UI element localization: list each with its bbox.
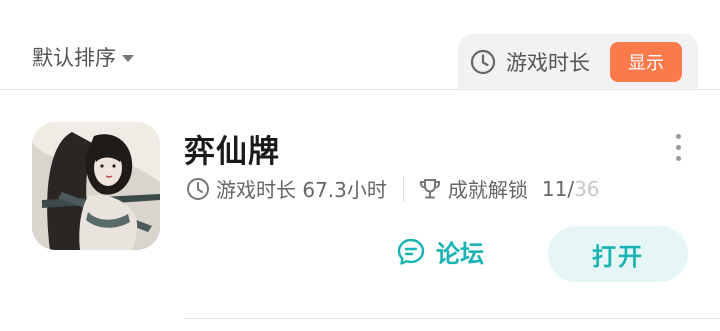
divider — [0, 89, 720, 90]
play-time-toggle: 游戏时长 显示 — [458, 34, 698, 90]
clock-icon — [187, 177, 209, 200]
more-menu-icon[interactable] — [676, 134, 681, 161]
forum-label: 论坛 — [436, 240, 484, 268]
stats-divider — [402, 175, 404, 202]
game-icon[interactable] — [32, 122, 160, 250]
play-time-value: 游戏时长 67.3小时 — [216, 178, 387, 202]
game-artwork — [32, 122, 160, 250]
show-button[interactable]: 显示 — [610, 42, 682, 82]
sort-dropdown[interactable]: 默认排序 — [32, 42, 134, 72]
achievement-total: 36 — [574, 176, 600, 201]
trophy-icon — [419, 178, 440, 198]
open-button[interactable]: 打开 — [548, 226, 688, 282]
clock-icon — [470, 49, 496, 75]
achievement-label: 成就解锁 — [447, 178, 528, 202]
game-title[interactable]: 弈仙牌 — [184, 126, 280, 171]
achievement-unlocked: 11/ — [541, 176, 575, 201]
chat-bubble-icon — [397, 238, 425, 265]
game-stats: 游戏时长 67.3小时 成就解锁 11/36 — [186, 174, 600, 203]
divider — [184, 318, 720, 319]
caret-down-icon — [122, 55, 134, 62]
forum-button[interactable]: 论坛 — [396, 234, 484, 269]
sort-label: 默认排序 — [32, 46, 116, 70]
play-time-label: 游戏时长 — [506, 51, 590, 75]
